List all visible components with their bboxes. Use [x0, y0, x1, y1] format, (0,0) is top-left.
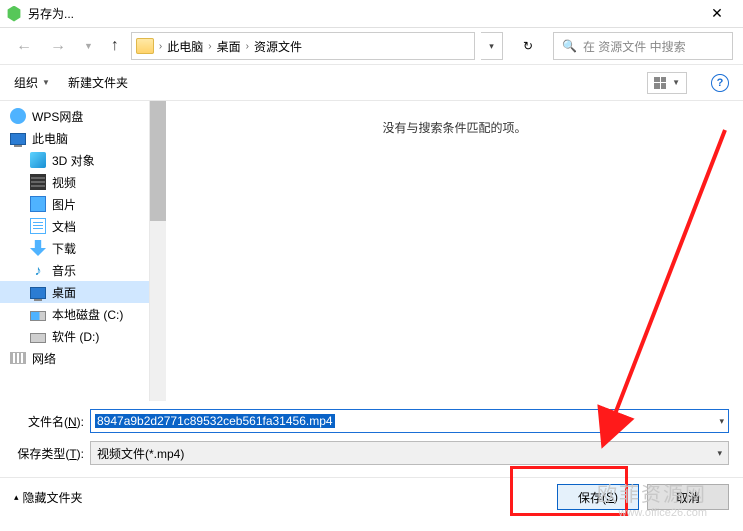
search-icon: 🔍 [562, 39, 577, 53]
folder-icon [136, 38, 154, 54]
sidebar-item[interactable]: ♪ 音乐 [0, 259, 149, 281]
sidebar-item[interactable]: 软件 (D:) [0, 325, 149, 347]
sidebar-item[interactable]: 本地磁盘 (C:) [0, 303, 149, 325]
sidebar-item-label: 本地磁盘 (C:) [52, 306, 123, 323]
sidebar-item[interactable]: 此电脑 [0, 127, 149, 149]
app-icon [6, 6, 22, 22]
search-input[interactable]: 🔍 在 资源文件 中搜索 [553, 32, 733, 60]
sidebar-item[interactable]: 文档 [0, 215, 149, 237]
cancel-button[interactable]: 取消 [647, 484, 729, 510]
footer: ▴ 隐藏文件夹 保存(S) 取消 [0, 478, 743, 518]
chevron-down-icon[interactable]: ▾ [719, 416, 724, 427]
up-icon[interactable]: ↑ [105, 37, 125, 55]
sidebar-item-label: 此电脑 [32, 130, 68, 147]
pc-icon [30, 287, 46, 299]
chevron-right-icon[interactable]: › [156, 41, 165, 52]
sidebar-item[interactable]: 下载 [0, 237, 149, 259]
filename-input[interactable]: 8947a9b2d2771c89532ceb561fa31456.mp4 ▾ [90, 409, 729, 433]
filetype-value: 视频文件(*.mp4) [97, 445, 184, 462]
refresh-icon[interactable]: ↻ [513, 32, 543, 60]
breadcrumb[interactable]: › 此电脑 › 桌面 › 资源文件 [131, 32, 475, 60]
sidebar-item-label: WPS网盘 [32, 108, 83, 125]
titlebar: 另存为... ✕ [0, 0, 743, 28]
cloud-icon [10, 108, 26, 124]
sidebar-item[interactable]: WPS网盘 [0, 105, 149, 127]
save-button[interactable]: 保存(S) [557, 484, 639, 510]
chevron-up-icon: ▴ [14, 492, 19, 503]
sidebar-item-label: 图片 [52, 196, 76, 213]
chevron-right-icon[interactable]: › [205, 41, 214, 52]
new-folder-button[interactable]: 新建文件夹 [68, 74, 128, 91]
sidebar-item[interactable]: 桌面 [0, 281, 149, 303]
sidebar-item[interactable]: 图片 [0, 193, 149, 215]
sidebar-item-label: 音乐 [52, 262, 76, 279]
caret-down-icon: ▼ [670, 78, 680, 87]
pic-icon [30, 196, 46, 212]
view-mode-button[interactable]: ▼ [647, 72, 687, 94]
chevron-right-icon[interactable]: › [243, 41, 252, 52]
doc-icon [30, 218, 46, 234]
empty-message: 没有与搜索条件匹配的项。 [382, 119, 526, 136]
breadcrumb-item[interactable]: 此电脑 [167, 38, 203, 55]
sidebar-item[interactable]: 视频 [0, 171, 149, 193]
recent-icon[interactable]: ▼ [78, 41, 99, 51]
sidebar-item-label: 文档 [52, 218, 76, 235]
3d-icon [30, 152, 46, 168]
sidebar: WPS网盘此电脑 3D 对象视频图片文档下载 ♪ 音乐桌面本地磁盘 (C:) 软件 (D… [0, 101, 150, 401]
close-icon[interactable]: ✕ [697, 5, 737, 22]
window-title: 另存为... [28, 5, 697, 22]
toolbar: 组织 ▼ 新建文件夹 ▼ ? [0, 65, 743, 101]
body: WPS网盘此电脑 3D 对象视频图片文档下载 ♪ 音乐桌面本地磁盘 (C:) 软件 (D… [0, 101, 743, 401]
forward-icon: → [44, 37, 72, 55]
sidebar-item-label: 软件 (D:) [52, 328, 99, 345]
net-icon [10, 352, 26, 364]
sidebar-item-label: 视频 [52, 174, 76, 191]
breadcrumb-item[interactable]: 资源文件 [254, 38, 302, 55]
dl-icon [30, 240, 46, 256]
filename-label: 文件名(N): [14, 413, 90, 430]
drv-icon [30, 333, 46, 343]
chevron-down-icon[interactable]: ▾ [717, 448, 722, 459]
breadcrumb-item[interactable]: 桌面 [217, 38, 241, 55]
filetype-label: 保存类型(T): [14, 445, 90, 462]
pc-icon [10, 133, 26, 145]
filetype-select[interactable]: 视频文件(*.mp4) ▾ [90, 441, 729, 465]
sidebar-item-label: 网络 [32, 350, 56, 367]
breadcrumb-dropdown[interactable]: ▾ [481, 32, 503, 60]
scrollbar[interactable] [150, 101, 166, 401]
filename-value: 8947a9b2d2771c89532ceb561fa31456.mp4 [95, 414, 335, 428]
sidebar-item[interactable]: 3D 对象 [0, 149, 149, 171]
sidebar-item-label: 桌面 [52, 284, 76, 301]
grid-icon [654, 77, 666, 89]
back-icon[interactable]: ← [10, 37, 38, 55]
drv-c-icon [30, 311, 46, 321]
organize-button[interactable]: 组织 ▼ [14, 74, 50, 91]
vid-icon [30, 174, 46, 190]
help-icon[interactable]: ? [711, 74, 729, 92]
file-list: 没有与搜索条件匹配的项。 [166, 101, 743, 401]
music-icon: ♪ [30, 262, 46, 278]
bottom-panel: 文件名(N): 8947a9b2d2771c89532ceb561fa31456… [0, 401, 743, 477]
sidebar-item-label: 下载 [52, 240, 76, 257]
nav-row: ← → ▼ ↑ › 此电脑 › 桌面 › 资源文件 ▾ ↻ 🔍 在 资源文件 中… [0, 28, 743, 64]
search-placeholder: 在 资源文件 中搜索 [583, 38, 686, 55]
hide-folders-button[interactable]: ▴ 隐藏文件夹 [14, 489, 557, 506]
sidebar-item-label: 3D 对象 [52, 152, 95, 169]
caret-down-icon: ▼ [40, 78, 50, 87]
sidebar-item[interactable]: 网络 [0, 347, 149, 369]
